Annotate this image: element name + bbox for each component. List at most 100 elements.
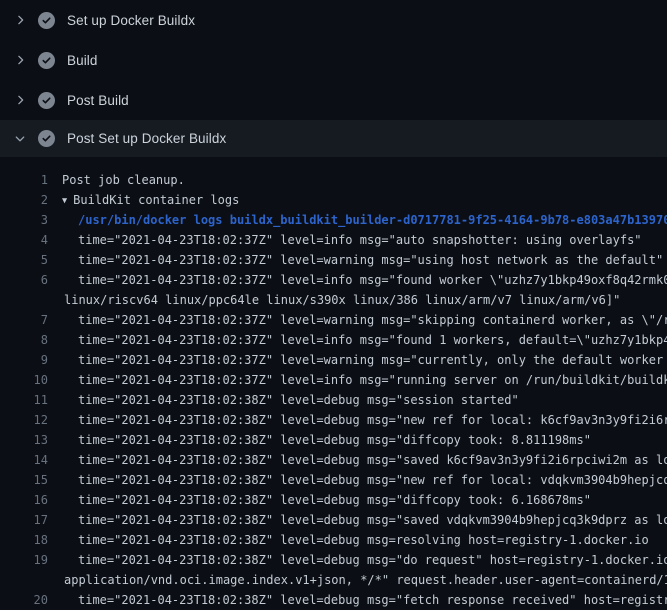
log-text: time="2021-04-23T18:02:38Z" level=debug … <box>78 530 649 550</box>
chevron-right-icon <box>13 13 27 27</box>
log-text-content: time="2021-04-23T18:02:38Z" level=debug … <box>78 473 667 487</box>
line-number[interactable]: 14 <box>0 450 48 470</box>
log-line: 16 time="2021-04-23T18:02:38Z" level=debu… <box>0 490 667 510</box>
group-collapse-triangle-icon[interactable]: ▼ <box>62 191 67 210</box>
log-text: time="2021-04-23T18:02:37Z" level=warnin… <box>78 250 663 270</box>
log-line: 15 time="2021-04-23T18:02:38Z" level=debu… <box>0 470 667 490</box>
line-number[interactable]: 7 <box>0 310 48 330</box>
log-text-content: time="2021-04-23T18:02:38Z" level=debug … <box>78 413 667 427</box>
log-text-content: time="2021-04-23T18:02:38Z" level=debug … <box>78 513 667 527</box>
log-text-content: BuildKit container logs <box>73 193 239 207</box>
line-number[interactable]: 20 <box>0 590 48 610</box>
line-number[interactable]: 8 <box>0 330 48 350</box>
step-row-build[interactable]: Build <box>0 40 667 80</box>
check-circle-icon <box>38 52 55 69</box>
log-text[interactable]: ▼ BuildKit container logs <box>62 190 239 210</box>
log-text: time="2021-04-23T18:02:38Z" level=debug … <box>78 470 667 490</box>
log-text-content: time="2021-04-23T18:02:38Z" level=debug … <box>78 493 591 507</box>
log-text: time="2021-04-23T18:02:37Z" level=info m… <box>78 370 667 390</box>
check-circle-icon <box>38 92 55 109</box>
log-text: linux/riscv64 linux/ppc64le linux/s390x … <box>64 290 620 310</box>
log-text: time="2021-04-23T18:02:37Z" level=info m… <box>78 330 667 350</box>
line-number[interactable]: 13 <box>0 430 48 450</box>
log-text-content: time="2021-04-23T18:02:38Z" level=debug … <box>78 593 667 607</box>
line-number[interactable]: 2 <box>0 190 48 210</box>
log-line: 3/usr/bin/docker logs buildx_buildkit_bu… <box>0 210 667 230</box>
log-text-content: time="2021-04-23T18:02:38Z" level=debug … <box>78 433 591 447</box>
log-text: Post job cleanup. <box>62 170 185 190</box>
steps-list: Set up Docker Buildx Build Post Build Post … <box>0 0 667 157</box>
log-line: 14 time="2021-04-23T18:02:38Z" level=debu… <box>0 450 667 470</box>
log-text-content: linux/riscv64 linux/ppc64le linux/s390x … <box>64 293 620 307</box>
line-number[interactable]: 5 <box>0 250 48 270</box>
log-line: 10 time="2021-04-23T18:02:37Z" level=info… <box>0 370 667 390</box>
log-line: 12 time="2021-04-23T18:02:38Z" level=debu… <box>0 410 667 430</box>
log-text-content: time="2021-04-23T18:02:37Z" level=info m… <box>78 333 667 347</box>
line-number[interactable]: 3 <box>0 210 48 230</box>
log-line: 7 time="2021-04-23T18:02:37Z" level=warni… <box>0 310 667 330</box>
line-number[interactable]: 11 <box>0 390 48 410</box>
line-number[interactable]: 15 <box>0 470 48 490</box>
line-number[interactable]: 19 <box>0 550 48 570</box>
line-number <box>0 290 48 310</box>
log-line: 18 time="2021-04-23T18:02:38Z" level=debu… <box>0 530 667 550</box>
log-text-content: time="2021-04-23T18:02:37Z" level=info m… <box>78 373 667 387</box>
step-label: Build <box>67 53 98 68</box>
log-text: time="2021-04-23T18:02:37Z" level=info m… <box>78 230 642 250</box>
log-text-content: time="2021-04-23T18:02:37Z" level=warnin… <box>78 313 667 327</box>
line-number[interactable]: 12 <box>0 410 48 430</box>
line-number[interactable]: 1 <box>0 170 48 190</box>
check-circle-icon <box>38 12 55 29</box>
step-row-post-build[interactable]: Post Build <box>0 80 667 120</box>
log-text: time="2021-04-23T18:02:38Z" level=debug … <box>78 450 667 470</box>
log-line-continuation: application/vnd.oci.image.index.v1+json,… <box>0 570 667 590</box>
log-line: 4 time="2021-04-23T18:02:37Z" level=info … <box>0 230 667 250</box>
log-text: time="2021-04-23T18:02:38Z" level=debug … <box>78 490 591 510</box>
chevron-right-icon <box>13 93 27 107</box>
log-text-content: /usr/bin/docker logs buildx_buildkit_bui… <box>78 213 667 227</box>
log-text: time="2021-04-23T18:02:37Z" level=warnin… <box>78 350 667 370</box>
log-line: 9 time="2021-04-23T18:02:37Z" level=warni… <box>0 350 667 370</box>
log-text-content: time="2021-04-23T18:02:38Z" level=debug … <box>78 553 667 567</box>
log-line: 8 time="2021-04-23T18:02:37Z" level=info … <box>0 330 667 350</box>
log-area: 1 Post job cleanup. 2 ▼ BuildKit container l… <box>0 157 667 610</box>
log-text-content: time="2021-04-23T18:02:37Z" level=info m… <box>78 233 642 247</box>
line-number[interactable]: 17 <box>0 510 48 530</box>
step-row-set-up-docker-buildx[interactable]: Set up Docker Buildx <box>0 0 667 40</box>
log-text-content: time="2021-04-23T18:02:37Z" level=warnin… <box>78 253 663 267</box>
line-number[interactable]: 18 <box>0 530 48 550</box>
log-text: time="2021-04-23T18:02:38Z" level=debug … <box>78 590 667 610</box>
chevron-right-icon <box>13 53 27 67</box>
line-number[interactable]: 9 <box>0 350 48 370</box>
actions-log-viewer: Set up Docker Buildx Build Post Build Post … <box>0 0 667 610</box>
log-text-content: time="2021-04-23T18:02:38Z" level=debug … <box>78 453 667 467</box>
line-number[interactable]: 6 <box>0 270 48 290</box>
log-text: time="2021-04-23T18:02:38Z" level=debug … <box>78 390 519 410</box>
chevron-down-icon <box>13 132 27 146</box>
log-line: 19 time="2021-04-23T18:02:38Z" level=debu… <box>0 550 667 570</box>
step-label: Post Build <box>67 93 129 108</box>
log-text-content: time="2021-04-23T18:02:38Z" level=debug … <box>78 393 519 407</box>
log-line: 13 time="2021-04-23T18:02:38Z" level=debu… <box>0 430 667 450</box>
step-label: Set up Docker Buildx <box>67 13 195 28</box>
log-command-text: /usr/bin/docker logs buildx_buildkit_bui… <box>78 210 667 230</box>
log-text: time="2021-04-23T18:02:37Z" level=info m… <box>78 270 667 290</box>
line-number[interactable]: 4 <box>0 230 48 250</box>
log-group-line: 2 ▼ BuildKit container logs <box>0 190 667 210</box>
log-line: 5 time="2021-04-23T18:02:37Z" level=warni… <box>0 250 667 270</box>
line-number <box>0 570 48 590</box>
log-line-continuation: linux/riscv64 linux/ppc64le linux/s390x … <box>0 290 667 310</box>
log-line: 17 time="2021-04-23T18:02:38Z" level=debu… <box>0 510 667 530</box>
log-text-content: Post job cleanup. <box>62 173 185 187</box>
log-text: time="2021-04-23T18:02:37Z" level=warnin… <box>78 310 667 330</box>
step-row-post-set-up-docker-buildx[interactable]: Post Set up Docker Buildx <box>0 120 667 157</box>
log-text-content: time="2021-04-23T18:02:37Z" level=warnin… <box>78 353 667 367</box>
log-text: application/vnd.oci.image.index.v1+json,… <box>64 570 667 590</box>
log-line: 1 Post job cleanup. <box>0 170 667 190</box>
log-text: time="2021-04-23T18:02:38Z" level=debug … <box>78 550 667 570</box>
line-number[interactable]: 16 <box>0 490 48 510</box>
log-line: 11 time="2021-04-23T18:02:38Z" level=debu… <box>0 390 667 410</box>
line-number[interactable]: 10 <box>0 370 48 390</box>
log-text-content: time="2021-04-23T18:02:38Z" level=debug … <box>78 533 649 547</box>
log-text-content: application/vnd.oci.image.index.v1+json,… <box>64 573 667 587</box>
